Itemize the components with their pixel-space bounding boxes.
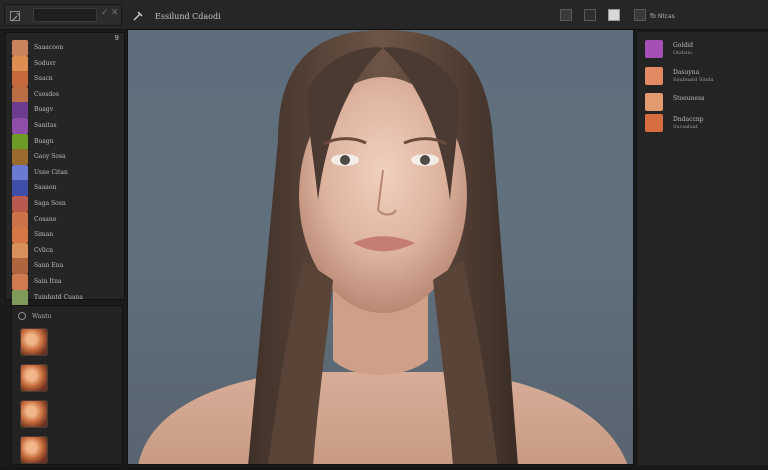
layout-icon[interactable]	[584, 9, 596, 21]
asset-label: Cosano	[34, 215, 57, 223]
asset-label: Siman	[34, 231, 54, 239]
asset-item[interactable]: Sain Itna	[12, 274, 120, 290]
asset-item[interactable]: Saga Sosn	[12, 196, 120, 212]
asset-label: Suacn	[34, 75, 53, 83]
asset-item[interactable]: Usne Citan	[12, 164, 120, 181]
render-viewport[interactable]	[127, 29, 634, 465]
asset-thumbnail-icon	[12, 196, 28, 212]
asset-thumbnail-icon	[12, 86, 28, 103]
asset-item[interactable]: Siman	[12, 227, 120, 244]
camera-icon[interactable]	[560, 9, 572, 21]
asset-thumbnail-icon	[12, 180, 28, 197]
asset-thumbnail-icon	[12, 211, 28, 228]
material-swatch[interactable]	[20, 364, 48, 392]
asset-item[interactable]: Sanitas	[12, 118, 120, 134]
asset-thumbnail-icon	[12, 258, 28, 275]
asset-thumbnail-icon	[12, 274, 28, 290]
asset-item[interactable]: Buagv	[12, 102, 120, 119]
material-panel-title: Wantu	[32, 313, 52, 320]
property-label: Dndaccnp	[673, 116, 704, 123]
asset-thumbnail-icon	[12, 289, 28, 306]
asset-item[interactable]: Buagn	[12, 133, 120, 150]
asset-label: Csosdos	[34, 90, 59, 98]
search-input[interactable]	[33, 8, 97, 22]
material-icon	[645, 67, 663, 85]
asset-item[interactable]: Soduvr	[12, 55, 120, 72]
asset-thumbnail-icon	[12, 40, 28, 56]
material-icon	[645, 40, 663, 58]
material-swatch[interactable]	[20, 400, 48, 428]
asset-label: Buagv	[34, 106, 54, 114]
asset-item[interactable]: Cvlicn	[12, 242, 120, 259]
property-label: Goldid	[673, 42, 693, 49]
property-item[interactable]: Dndaccnp Sucsaluat	[645, 114, 765, 132]
asset-thumbnail-icon	[12, 164, 28, 181]
property-sublabel: Sucsaluat	[673, 124, 698, 130]
material-icon	[645, 93, 663, 111]
asset-thumbnail-icon	[12, 55, 28, 72]
asset-thumbnail-icon	[12, 133, 28, 150]
settings-icon[interactable]	[634, 9, 646, 21]
asset-item[interactable]: Gaoy Sosa	[12, 149, 120, 166]
top-toolbar: ✓ ✕ Essilund Cdaodi fb Ntcas	[0, 0, 768, 30]
asset-label: Sann Ena	[34, 262, 64, 270]
check-icon[interactable]: ✓	[101, 8, 109, 18]
property-sublabel: Saubnatd Sindu	[673, 77, 714, 83]
globe-icon	[18, 312, 26, 320]
asset-thumbnail-icon	[12, 227, 28, 244]
hammer-icon[interactable]	[132, 10, 143, 21]
asset-item[interactable]: Cosano	[12, 211, 120, 228]
asset-label: Saga Sosn	[34, 200, 66, 207]
property-item[interactable]: Dasuyna Saubnatd Sindu	[645, 67, 765, 85]
asset-thumbnail-icon	[12, 71, 28, 88]
material-swatch[interactable]	[20, 436, 48, 464]
material-icon	[645, 114, 663, 132]
asset-thumbnail-icon	[12, 118, 28, 134]
bottom-strip	[0, 466, 768, 470]
asset-item[interactable]: Csosdos	[12, 86, 120, 103]
asset-label: Gaoy Sosa	[34, 153, 66, 161]
asset-thumbnail-icon	[12, 149, 28, 166]
asset-label: Saaacoon	[34, 44, 64, 51]
asset-thumbnail-icon	[12, 242, 28, 259]
material-swatch[interactable]	[20, 328, 48, 356]
asset-item[interactable]: Saaacoon	[12, 40, 120, 56]
asset-label: Cvlicn	[34, 246, 54, 254]
toolbar-status: fb Ntcas	[650, 13, 675, 20]
asset-item[interactable]: Tuinhntd Cuana	[12, 289, 120, 306]
material-panel: Wantu	[11, 305, 123, 465]
property-item[interactable]: Stoeunesa	[645, 93, 765, 111]
property-label: Dasuyna	[673, 69, 700, 76]
asset-thumbnail-icon	[12, 102, 28, 119]
asset-library-panel: 9 Saaacoon Soduvr Suacn Csosdos Buagv Sanitas…	[5, 32, 125, 306]
render-icon[interactable]	[608, 9, 620, 21]
properties-panel: Goldid Gtzbsio Dasuyna Saubnatd Sindu St…	[636, 32, 768, 465]
property-item[interactable]: Goldid Gtzbsio	[645, 40, 765, 58]
asset-label: Sain Itna	[34, 278, 62, 285]
asset-item[interactable]: Saaaon	[12, 180, 120, 197]
asset-label: Buagn	[34, 137, 54, 145]
wrench-icon[interactable]	[10, 11, 21, 22]
asset-item[interactable]: Sann Ena	[12, 258, 120, 275]
asset-item[interactable]: Suacn	[12, 71, 120, 88]
portrait-render	[138, 30, 628, 464]
asset-label: Usne Citan	[34, 168, 68, 176]
close-icon[interactable]: ✕	[111, 8, 119, 18]
asset-label: Sanitas	[34, 122, 57, 129]
project-title: Essilund Cdaodi	[155, 12, 221, 21]
property-sublabel: Gtzbsio	[673, 50, 693, 56]
asset-label: Soduvr	[34, 59, 56, 67]
asset-label: Tuinhntd Cuana	[34, 293, 84, 301]
property-label: Stoeunesa	[673, 95, 705, 102]
top-left-controls: ✓ ✕	[4, 4, 122, 26]
asset-label: Saaaon	[34, 184, 57, 192]
